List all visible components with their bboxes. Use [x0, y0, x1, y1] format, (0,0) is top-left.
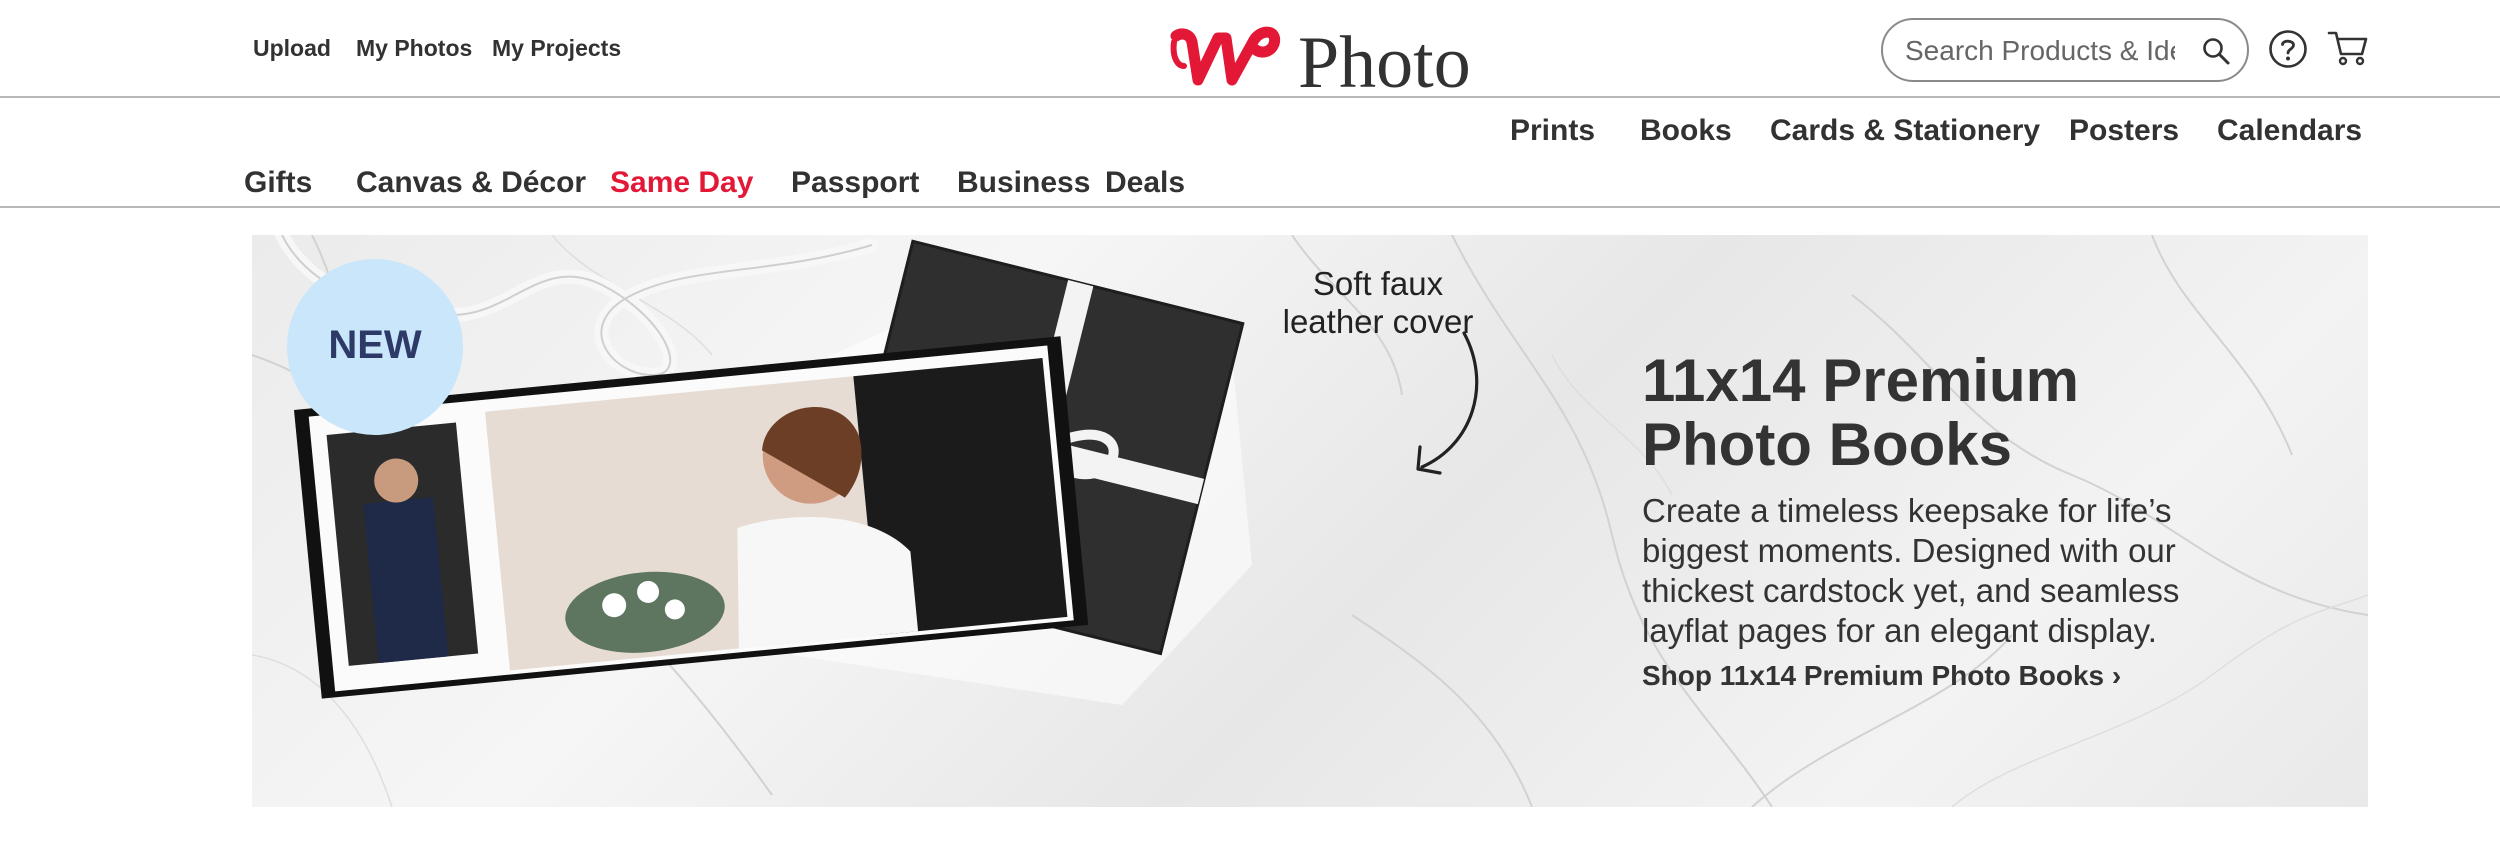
cover-annotation: Soft faux leather cover	[1258, 265, 1498, 341]
my-projects-link[interactable]: My Projects	[492, 35, 621, 62]
hero-banner[interactable]: NEW Soft faux leather cover 11x14 Premiu…	[252, 235, 2368, 807]
nav-business[interactable]: Business	[957, 166, 1090, 200]
nav-same-day[interactable]: Same Day	[610, 166, 753, 200]
my-photos-link[interactable]: My Photos	[356, 35, 472, 62]
walgreens-w-logo	[1170, 26, 1281, 86]
nav-cards-stationery[interactable]: Cards & Stationery	[1770, 114, 2040, 148]
hero-title-line-2: Photo Books	[1642, 411, 2012, 478]
nav-books[interactable]: Books	[1640, 114, 1732, 148]
search-icon[interactable]	[2201, 36, 2231, 66]
search-input[interactable]	[1903, 32, 2177, 70]
annotation-line-2: leather cover	[1282, 303, 1474, 340]
new-badge: NEW	[287, 259, 463, 435]
nav-gifts[interactable]: Gifts	[244, 166, 312, 200]
hero-description: Create a timeless keepsake for life’s bi…	[1642, 492, 2180, 649]
arrow-icon	[1420, 331, 1479, 469]
new-badge-label: NEW	[328, 323, 422, 367]
help-icon[interactable]	[2268, 29, 2308, 69]
hero-title: 11x14 Premium Photo Books	[1642, 349, 2202, 477]
logo-wordmark: Photo	[1298, 22, 1471, 104]
category-nav: Prints Books Cards & Stationery Posters …	[0, 98, 2500, 208]
walgreens-photo-logo[interactable]: Photo	[1170, 22, 1490, 102]
nav-canvas-decor[interactable]: Canvas & Décor	[356, 166, 586, 200]
search-box	[1881, 18, 2249, 82]
nav-passport[interactable]: Passport	[791, 166, 919, 200]
top-bar: Upload My Photos My Projects Photo	[0, 0, 2500, 100]
upload-link[interactable]: Upload	[253, 35, 331, 62]
annotation-line-1: Soft faux	[1312, 265, 1444, 302]
shop-premium-photo-books-link[interactable]: Shop 11x14 Premium Photo Books ›	[1642, 660, 2121, 692]
nav-prints[interactable]: Prints	[1510, 114, 1595, 148]
cart-icon[interactable]	[2327, 29, 2369, 67]
hero-title-line-1: 11x14 Premium	[1642, 347, 2079, 414]
nav-deals[interactable]: Deals	[1105, 166, 1185, 200]
nav-posters[interactable]: Posters	[2069, 114, 2179, 148]
nav-calendars[interactable]: Calendars	[2217, 114, 2362, 148]
